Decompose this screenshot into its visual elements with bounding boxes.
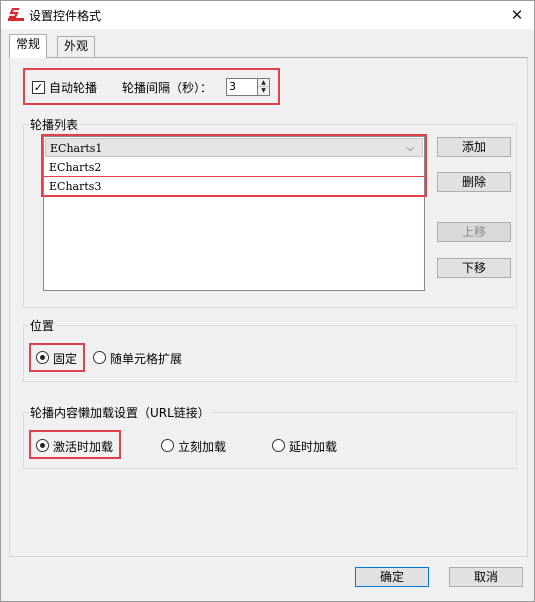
tab-appearance[interactable]: 外观 <box>57 36 96 57</box>
move-up-button[interactable]: 上移 <box>437 222 511 242</box>
close-button[interactable]: ✕ <box>506 5 528 25</box>
delete-button[interactable]: 删除 <box>437 172 511 192</box>
interval-label: 轮播间隔（秒）： <box>122 81 213 95</box>
auto-carousel-checkbox[interactable]: ✓ <box>32 81 45 94</box>
window-title: 设置控件格式 <box>29 9 102 23</box>
lazy-immediate-label: 立刻加载 <box>178 440 227 454</box>
lazy-load-title: 轮播内容懒加载设置（URL链接） <box>28 404 212 421</box>
interval-spinner[interactable]: ▲ ▼ <box>257 78 270 96</box>
position-title: 位置 <box>28 317 57 334</box>
ok-button[interactable]: 确定 <box>355 567 429 587</box>
title-bar: 设置控件格式 ✕ <box>1 1 534 29</box>
lazy-immediate-radio[interactable] <box>161 439 174 452</box>
spin-down-icon[interactable]: ▼ <box>258 87 269 95</box>
lazy-delay-label: 延时加载 <box>289 440 338 454</box>
lazy-active-label: 激活时加载 <box>53 440 114 454</box>
carousel-list-title: 轮播列表 <box>28 116 81 133</box>
move-down-button[interactable]: 下移 <box>437 258 511 278</box>
list-highlight <box>41 134 427 197</box>
list-divider <box>44 176 424 177</box>
dialog-window: 设置控件格式 ✕ 常规 外观 ✓ 自动轮播 轮播间隔（秒）： 3 ▲ ▼ 轮播列… <box>0 0 535 602</box>
app-logo-icon <box>8 8 24 21</box>
cancel-button[interactable]: 取消 <box>449 567 523 587</box>
lazy-active-radio[interactable] <box>36 439 49 452</box>
tab-general[interactable]: 常规 <box>9 34 48 58</box>
position-fixed-radio[interactable] <box>36 351 49 364</box>
spin-up-icon[interactable]: ▲ <box>258 79 269 87</box>
add-button[interactable]: 添加 <box>437 137 511 157</box>
position-fixed-label: 固定 <box>53 352 78 366</box>
auto-carousel-label: 自动轮播 <box>49 81 98 95</box>
lazy-delay-radio[interactable] <box>272 439 285 452</box>
interval-input[interactable]: 3 <box>226 78 259 96</box>
position-expand-label: 随单元格扩展 <box>110 352 183 366</box>
position-expand-radio[interactable] <box>93 351 106 364</box>
